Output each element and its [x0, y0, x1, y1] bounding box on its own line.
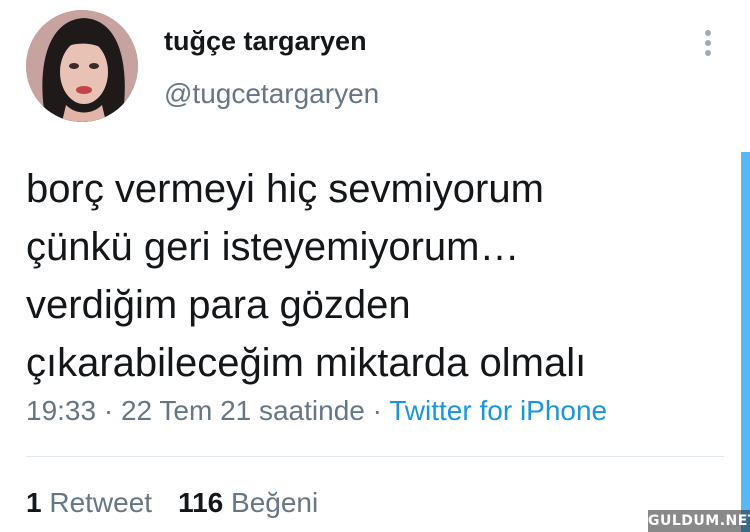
meta-separator: ·: [364, 395, 390, 426]
tweet-text-line: borç vermeyi hiç sevmiyorum: [26, 167, 544, 211]
tweet-text-line: verdiğim para gözden: [26, 283, 411, 327]
source-link[interactable]: Twitter for iPhone: [389, 395, 607, 426]
tweet-text: borç vermeyi hiç sevmiyorum çünkü geri i…: [26, 160, 726, 392]
tweet-stats: 1 Retweet 116 Beğeni: [26, 487, 318, 519]
avatar-photo: [26, 10, 138, 122]
avatar[interactable]: [26, 10, 138, 122]
vertical-dots-icon: [705, 30, 711, 36]
display-name[interactable]: tuğçe targaryen: [164, 26, 367, 57]
tweet-text-line: çünkü geri isteyemiyorum…: [26, 225, 520, 269]
vertical-dots-icon: [705, 50, 711, 56]
tweet-time[interactable]: 19:33: [26, 395, 96, 426]
tweet-date[interactable]: 22 Tem 21 saatinde: [121, 395, 365, 426]
retweets-stat[interactable]: 1 Retweet: [26, 487, 152, 518]
retweet-label: Retweet: [49, 487, 153, 518]
scrollbar[interactable]: [741, 152, 750, 532]
divider: [26, 456, 724, 457]
retweet-count: 1: [26, 487, 42, 518]
like-count: 116: [178, 487, 224, 518]
more-options-button[interactable]: [694, 28, 722, 58]
tweet-meta: 19:33 · 22 Tem 21 saatinde · Twitter for…: [26, 395, 607, 427]
tweet-text-line: çıkarabileceğim miktarda olmalı: [26, 341, 587, 385]
likes-stat[interactable]: 116 Beğeni: [178, 487, 318, 518]
like-label: Beğeni: [231, 487, 319, 518]
meta-separator: ·: [96, 395, 121, 426]
watermark: GULDUM.NET: [648, 510, 750, 532]
vertical-dots-icon: [705, 40, 711, 46]
handle[interactable]: @tugcetargaryen: [164, 78, 379, 110]
